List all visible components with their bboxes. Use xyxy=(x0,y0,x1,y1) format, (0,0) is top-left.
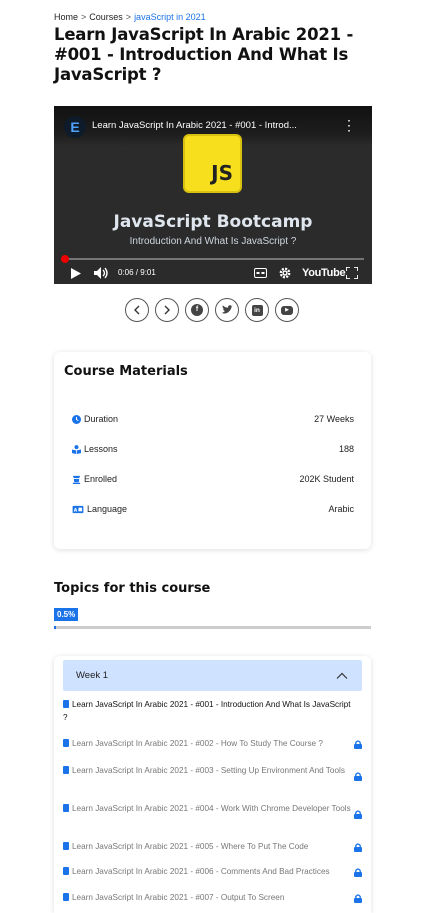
materials-row-lessons: Lessons 188 xyxy=(72,444,354,458)
materials-label: Lessons xyxy=(84,444,118,454)
more-options-icon[interactable]: ⋮ xyxy=(342,118,356,132)
svg-text:A: A xyxy=(74,507,78,513)
lesson-title: Learn JavaScript In Arabic 2021 - #003 -… xyxy=(72,766,345,775)
materials-value: 27 Weeks xyxy=(314,414,354,424)
materials-label: Language xyxy=(87,504,128,514)
document-icon xyxy=(63,867,69,875)
lesson-title: Learn JavaScript In Arabic 2021 - #004 -… xyxy=(72,804,351,813)
lesson-item[interactable]: Learn JavaScript In Arabic 2021 - #003 -… xyxy=(63,765,353,778)
video-player[interactable]: E Learn JavaScript In Arabic 2021 - #001… xyxy=(54,106,372,284)
breadcrumb-separator: > xyxy=(81,12,87,22)
breadcrumb-current[interactable]: javaScript in 2021 xyxy=(134,12,206,22)
twitter-icon xyxy=(222,305,233,314)
lock-icon xyxy=(354,740,362,749)
materials-value: 188 xyxy=(338,444,354,454)
next-button[interactable] xyxy=(155,298,179,322)
clock-icon xyxy=(72,415,81,424)
captions-icon[interactable] xyxy=(254,268,267,278)
lesson-item[interactable]: Learn JavaScript In Arabic 2021 - #007 -… xyxy=(63,892,353,905)
language-icon: A xyxy=(72,505,84,513)
document-icon xyxy=(63,893,69,901)
materials-value: Arabic xyxy=(328,504,354,514)
materials-row-language: A Language Arabic xyxy=(72,504,354,518)
play-icon[interactable] xyxy=(71,268,81,279)
video-controls: 0:06 / 9:01 YouTube xyxy=(54,263,372,283)
course-progress-fill xyxy=(54,626,56,629)
lock-icon xyxy=(354,772,362,781)
video-heading: JavaScript Bootcamp xyxy=(113,212,313,232)
fullscreen-icon[interactable] xyxy=(346,267,358,279)
course-progress-bar xyxy=(54,626,371,629)
linkedin-share-button[interactable]: in xyxy=(245,298,269,322)
js-logo: JS xyxy=(185,136,240,191)
materials-label: Enrolled xyxy=(84,474,118,484)
graduation-cap-icon xyxy=(72,475,81,484)
facebook-share-button[interactable]: f xyxy=(185,298,209,322)
chevron-left-icon xyxy=(134,305,140,315)
document-icon xyxy=(63,766,69,774)
breadcrumb-home[interactable]: Home xyxy=(54,12,78,22)
video-subheading: Introduction And What Is JavaScript ? xyxy=(129,236,297,247)
progress-percent-badge: 0.5% xyxy=(54,608,79,621)
lock-icon xyxy=(354,810,362,819)
lessons-icon xyxy=(72,445,81,454)
lesson-title: Learn JavaScript In Arabic 2021 - #007 -… xyxy=(72,893,285,902)
lock-icon xyxy=(354,868,362,877)
lesson-item[interactable]: Learn JavaScript In Arabic 2021 - #002 -… xyxy=(63,738,353,751)
settings-gear-icon[interactable] xyxy=(279,267,291,279)
page-title: Learn JavaScript In Arabic 2021 - #001 -… xyxy=(54,25,354,84)
lock-icon xyxy=(354,843,362,852)
course-materials-card: Course Materials Duration 27 Weeks Lesso… xyxy=(54,352,371,549)
lesson-title: Learn JavaScript In Arabic 2021 - #005 -… xyxy=(72,842,309,851)
materials-row-duration: Duration 27 Weeks xyxy=(72,414,354,428)
week-header[interactable]: Week 1 xyxy=(63,660,362,691)
document-icon xyxy=(63,804,69,812)
lesson-item[interactable]: Learn JavaScript In Arabic 2021 - #004 -… xyxy=(63,803,353,816)
lesson-title: Learn JavaScript In Arabic 2021 - #001 -… xyxy=(63,700,351,722)
lesson-item[interactable]: Learn JavaScript In Arabic 2021 - #001 -… xyxy=(63,699,353,724)
chevron-up-icon[interactable] xyxy=(336,670,348,682)
youtube-icon: ▶ xyxy=(281,305,293,315)
chevron-right-icon xyxy=(164,305,170,315)
video-time: 0:06 / 9:01 xyxy=(118,268,156,277)
video-progress-bar[interactable] xyxy=(61,255,364,263)
topics-title: Topics for this course xyxy=(54,581,211,596)
facebook-icon: f xyxy=(191,304,203,317)
twitter-share-button[interactable] xyxy=(215,298,239,322)
volume-icon[interactable] xyxy=(94,267,109,279)
lesson-title: Learn JavaScript In Arabic 2021 - #002 -… xyxy=(72,739,323,748)
js-logo-text: JS xyxy=(211,161,233,185)
lock-icon xyxy=(354,894,362,903)
linkedin-icon: in xyxy=(251,304,263,316)
materials-value: 202K Student xyxy=(299,474,354,484)
channel-logo[interactable]: E xyxy=(64,116,86,138)
breadcrumb: Home > Courses > javaScript in 2021 xyxy=(54,12,206,22)
materials-label: Duration xyxy=(84,414,119,424)
prev-button[interactable] xyxy=(125,298,149,322)
youtube-share-button[interactable]: ▶ xyxy=(275,298,299,322)
document-icon xyxy=(63,842,69,850)
week-label: Week 1 xyxy=(76,670,109,681)
breadcrumb-separator: > xyxy=(125,12,132,22)
lesson-item[interactable]: Learn JavaScript In Arabic 2021 - #006 -… xyxy=(63,866,353,879)
youtube-logo[interactable]: YouTube xyxy=(302,263,346,283)
course-materials-title: Course Materials xyxy=(64,364,188,379)
lesson-title: Learn JavaScript In Arabic 2021 - #006 -… xyxy=(72,867,330,876)
materials-row-enrolled: Enrolled 202K Student xyxy=(72,474,354,488)
video-title[interactable]: Learn JavaScript In Arabic 2021 - #001 -… xyxy=(92,120,347,131)
lesson-item[interactable]: Learn JavaScript In Arabic 2021 - #005 -… xyxy=(63,841,353,854)
document-icon xyxy=(63,739,69,747)
breadcrumb-courses[interactable]: Courses xyxy=(89,12,123,22)
video-scrubber-handle[interactable] xyxy=(61,255,70,263)
document-icon xyxy=(63,700,69,708)
week-accordion: Week 1 Learn JavaScript In Arabic 2021 -… xyxy=(54,656,371,913)
